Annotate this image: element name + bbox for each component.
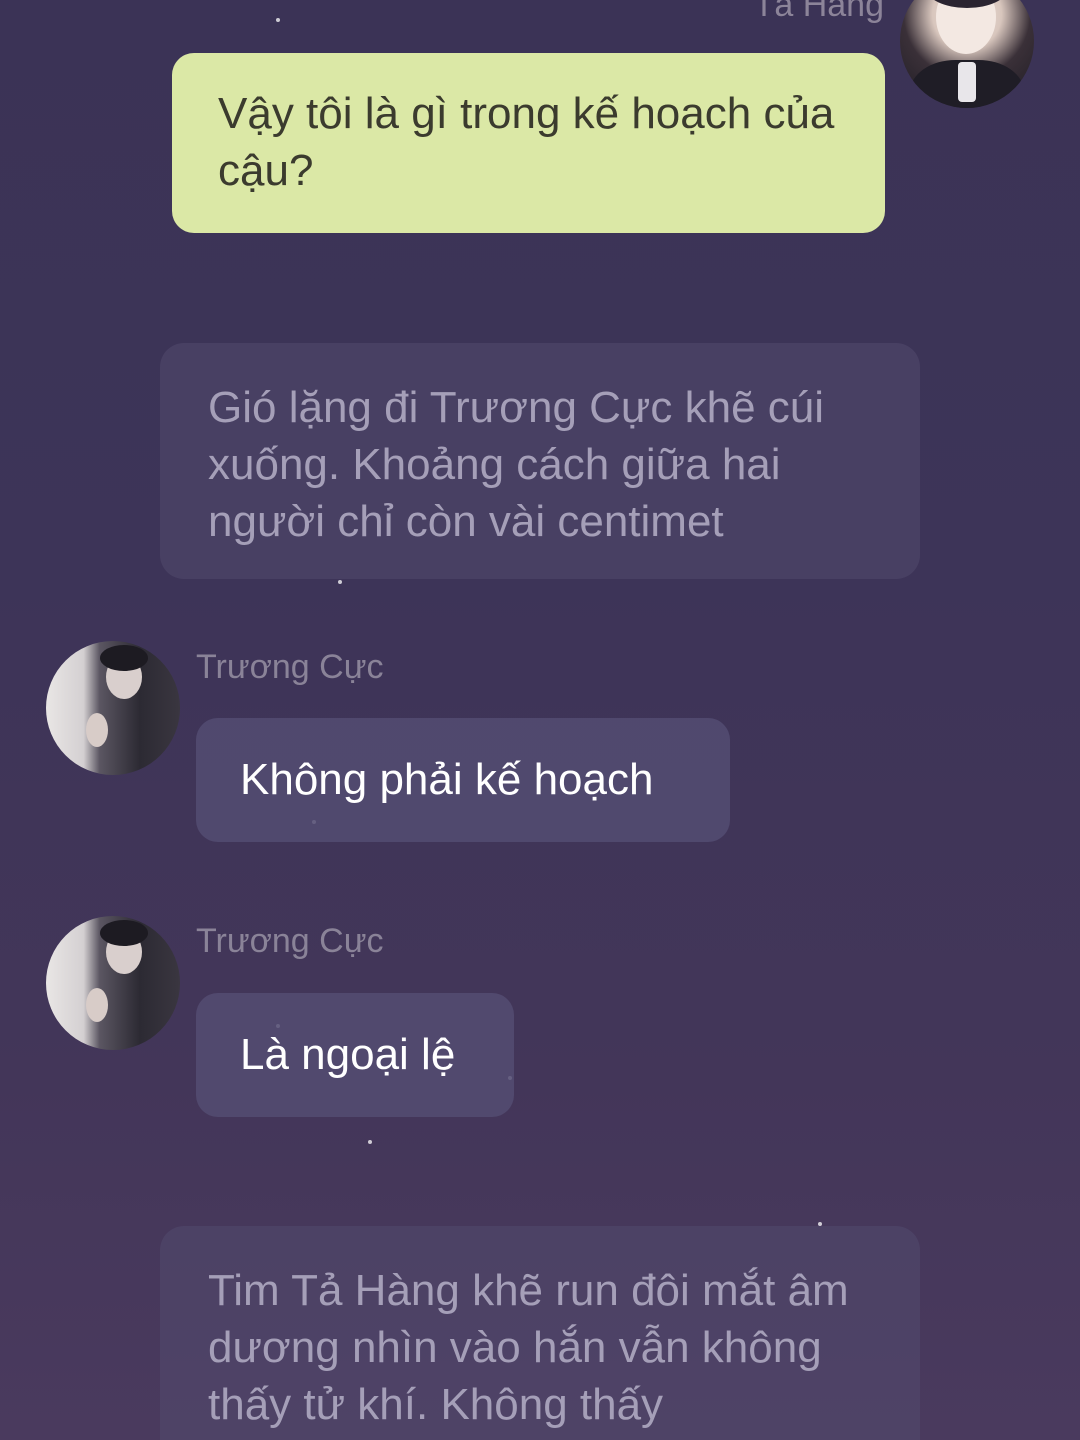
sender-name: Trương Cực	[196, 922, 384, 960]
truong-cuc-avatar[interactable]	[46, 916, 180, 1050]
avatar-hand-shape	[86, 713, 108, 747]
sender-name: Trương Cực	[196, 648, 384, 686]
sender-name: Tả Hàng	[753, 0, 884, 24]
message-bubble[interactable]: Vậy tôi là gì trong kế hoạch của cậu?	[172, 53, 885, 233]
chat-window: Tả Hàng Vậy tôi là gì trong kế hoạch của…	[0, 0, 1080, 1440]
sparkle-decoration	[276, 18, 280, 22]
avatar-hair-shape	[100, 645, 148, 671]
avatar-face-shape	[936, 0, 996, 54]
narration-bubble: Gió lặng đi Trương Cực khẽ cúi xuống. Kh…	[160, 343, 920, 579]
avatar-shirt-shape	[958, 62, 976, 102]
sparkle-decoration	[338, 580, 342, 584]
message-bubble[interactable]: Không phải kế hoạch	[196, 718, 730, 842]
narration-bubble: Tim Tả Hàng khẽ run đôi mắt âm dương nhì…	[160, 1226, 920, 1440]
truong-cuc-avatar[interactable]	[46, 641, 180, 775]
message-bubble[interactable]: Là ngoại lệ	[196, 993, 514, 1117]
avatar-hand-shape	[86, 988, 108, 1022]
avatar-hair-shape	[100, 920, 148, 946]
sparkle-decoration	[368, 1140, 372, 1144]
ta-hang-avatar[interactable]	[900, 0, 1034, 108]
